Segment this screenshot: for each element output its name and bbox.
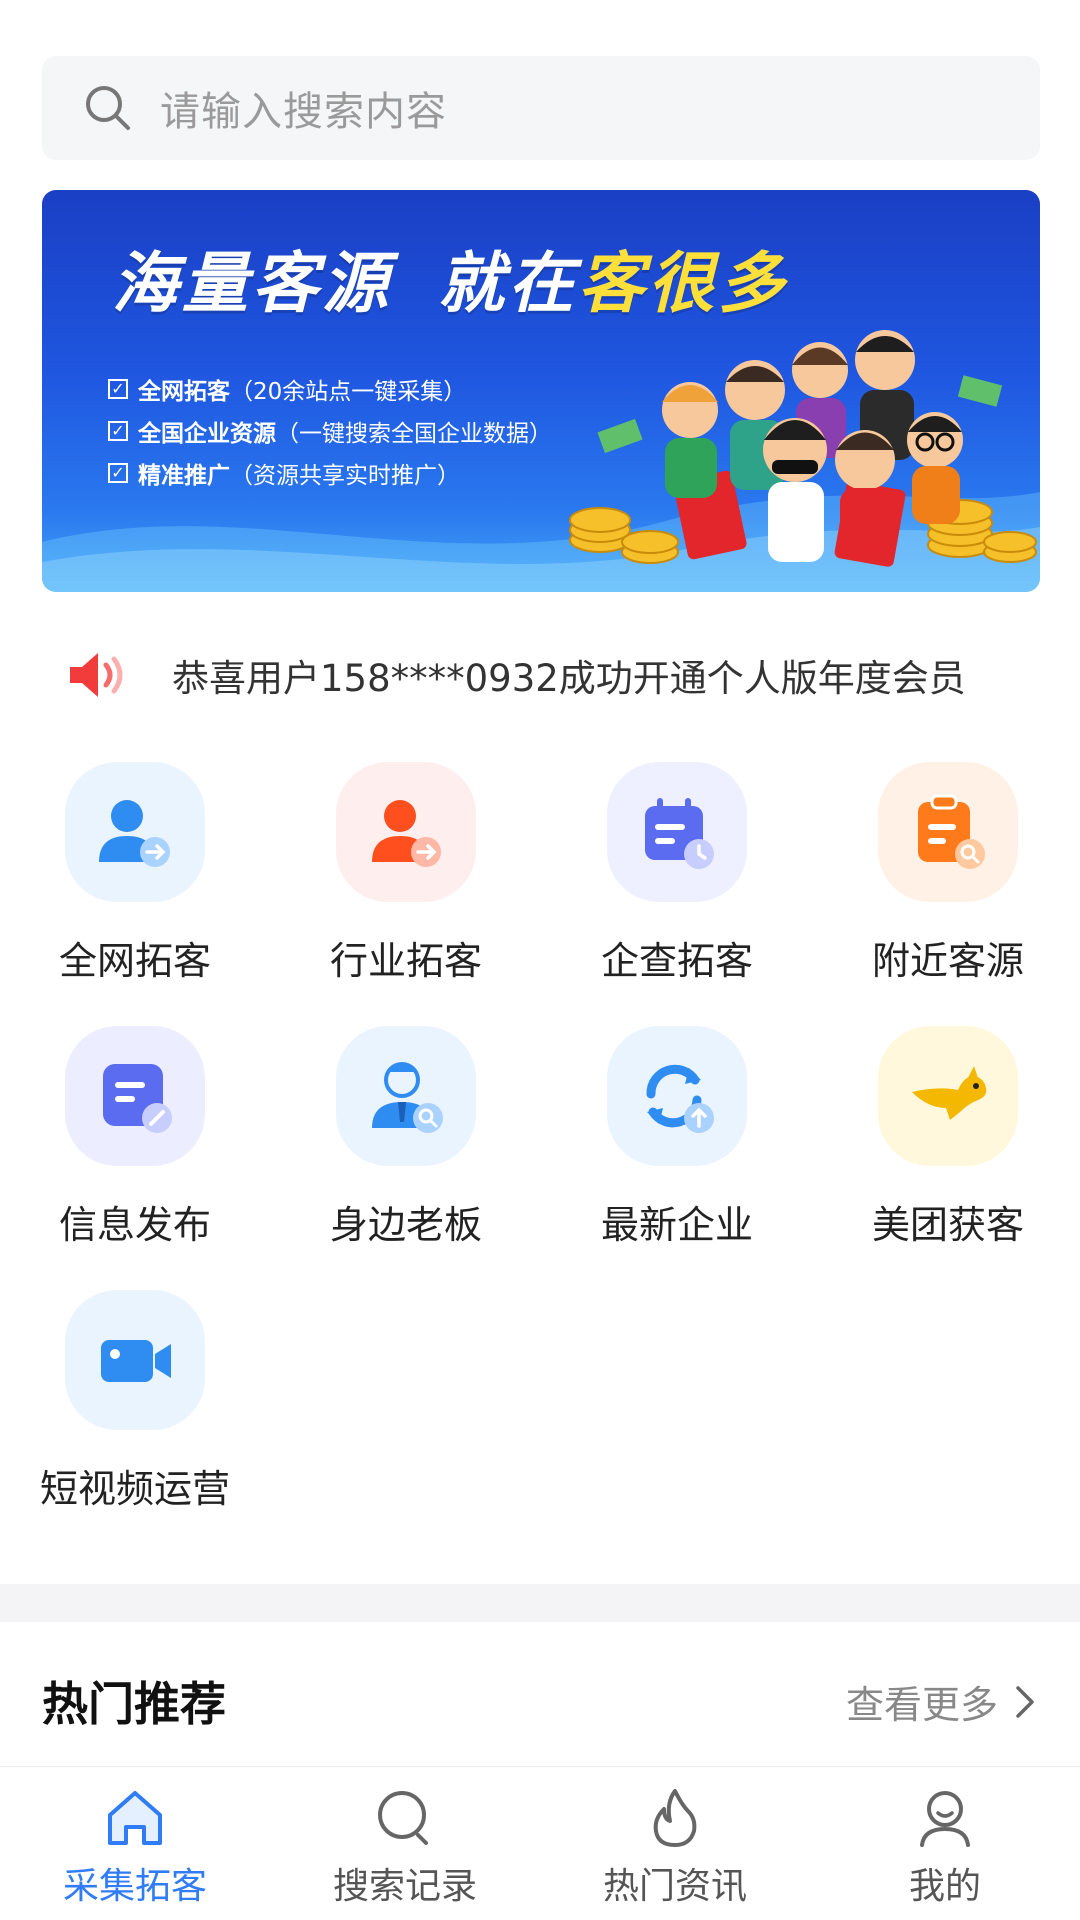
banner-feature-detail: （20余站点一键采集） — [230, 379, 467, 405]
hot-section-title: 热门推荐 — [42, 1677, 226, 1731]
feature-icon-bg — [878, 1026, 1018, 1166]
feature-label: 身边老板 — [329, 1203, 482, 1247]
refresh-upload-icon — [646, 1064, 714, 1133]
banner-feature-detail: （一键搜索全国企业数据） — [276, 421, 552, 447]
feature-icon-bg — [336, 1026, 476, 1166]
user-arrow-icon — [372, 800, 441, 867]
feature-label: 行业拓客 — [329, 939, 482, 983]
tab-label: 搜索记录 — [332, 1866, 477, 1907]
feature-label: 附近客源 — [871, 939, 1024, 983]
feature-shenbian-laoban[interactable]: 身边老板 — [296, 1026, 516, 1266]
feature-hangye-tuoke[interactable]: 行业拓客 — [296, 762, 516, 1002]
checkbox-icon: ✓ — [108, 421, 128, 441]
kangaroo-icon — [912, 1066, 987, 1120]
banner-headline-part1: 海量客源 — [112, 245, 392, 322]
fire-icon — [653, 1789, 697, 1847]
tab-wode[interactable]: 我的 — [845, 1785, 1045, 1915]
section-divider — [0, 1584, 1080, 1622]
tab-sousuo-jilu[interactable]: 搜索记录 — [305, 1785, 505, 1915]
feature-fujin-keyuan[interactable]: 附近客源 — [838, 762, 1058, 1002]
speaker-icon — [70, 653, 123, 697]
tab-remen-zixun[interactable]: 热门资讯 — [575, 1785, 775, 1915]
bottom-navigation: 采集拓客 搜索记录 热门资讯 我的 — [0, 1766, 1080, 1920]
home-icon — [108, 1791, 162, 1845]
video-camera-icon — [101, 1340, 171, 1382]
home-screen: 请输入搜索内容 海量客源 就在客很多 ✓ 全网拓客 （20余站点一键采集） ✓ 全国… — [0, 0, 1080, 1920]
feature-xinxi-fabu[interactable]: 信息发布 — [25, 1026, 245, 1266]
feature-meituan-huoke[interactable]: 美团获客 — [838, 1026, 1058, 1266]
feature-icon-bg — [607, 762, 747, 902]
clipboard-search-icon — [918, 794, 985, 869]
banner-feature-title: 全网拓客 — [138, 379, 230, 405]
banner-feature-title: 精准推广 — [138, 463, 230, 489]
celebrating-people-illustration — [569, 330, 1037, 567]
tab-label: 采集拓客 — [62, 1866, 207, 1907]
feature-label: 全网拓客 — [58, 939, 211, 983]
tab-label: 热门资讯 — [602, 1866, 747, 1907]
checkbox-icon: ✓ — [108, 379, 128, 399]
feature-zuixin-qiye[interactable]: 最新企业 — [567, 1026, 787, 1266]
calendar-clock-icon — [645, 798, 714, 869]
announcement-bar[interactable]: 恭喜用户158****0932成功开通个人版年度会员 — [60, 640, 1020, 710]
feature-icon-bg — [65, 1026, 205, 1166]
feature-icon-bg — [607, 1026, 747, 1166]
promo-banner[interactable]: 海量客源 就在客很多 ✓ 全网拓客 （20余站点一键采集） ✓ 全国企业资源 （一键搜… — [42, 190, 1040, 592]
announcement-text: 恭喜用户158****0932成功开通个人版年度会员 — [172, 657, 966, 700]
tab-label: 我的 — [908, 1866, 981, 1907]
feature-icon-bg — [65, 762, 205, 902]
tab-caiji-tuoke[interactable]: 采集拓客 — [35, 1785, 235, 1915]
feature-qicha-tuoke[interactable]: 企查拓客 — [567, 762, 787, 1002]
search-placeholder: 请输入搜索内容 — [160, 89, 447, 135]
feature-label: 信息发布 — [58, 1203, 211, 1247]
view-more-link[interactable]: 查看更多 — [846, 1674, 1038, 1729]
banner-feature-title: 全国企业资源 — [138, 421, 276, 447]
profile-icon — [920, 1791, 970, 1847]
banner-feature: ✓ 精准推广 （资源共享实时推广） — [108, 452, 552, 494]
feature-icon-bg — [336, 762, 476, 902]
feature-label: 短视频运营 — [39, 1467, 230, 1511]
feature-icon-bg — [65, 1290, 205, 1430]
note-edit-icon — [103, 1064, 172, 1133]
feature-label: 企查拓客 — [600, 939, 753, 983]
banner-feature: ✓ 全国企业资源 （一键搜索全国企业数据） — [108, 410, 552, 452]
feature-label: 最新企业 — [600, 1203, 753, 1247]
feature-duanshipin-yunying[interactable]: 短视频运营 — [25, 1290, 245, 1530]
user-arrow-icon — [99, 800, 170, 867]
feature-label: 美团获客 — [871, 1203, 1024, 1247]
chevron-right-icon — [1016, 1685, 1034, 1718]
banner-feature-detail: （资源共享实时推广） — [230, 463, 460, 489]
feature-icon-bg — [878, 762, 1018, 902]
search-icon — [86, 86, 130, 130]
checkbox-icon: ✓ — [108, 463, 128, 483]
search-icon — [378, 1791, 428, 1845]
banner-feature: ✓ 全网拓客 （20余站点一键采集） — [108, 368, 552, 410]
view-more-label: 查看更多 — [845, 1683, 998, 1727]
banner-feature-list: ✓ 全网拓客 （20余站点一键采集） ✓ 全国企业资源 （一键搜索全国企业数据） ✓… — [108, 368, 552, 494]
search-bar[interactable]: 请输入搜索内容 — [42, 56, 1040, 160]
businessman-search-icon — [372, 1062, 443, 1133]
feature-quanwang-tuoke[interactable]: 全网拓客 — [25, 762, 245, 1002]
